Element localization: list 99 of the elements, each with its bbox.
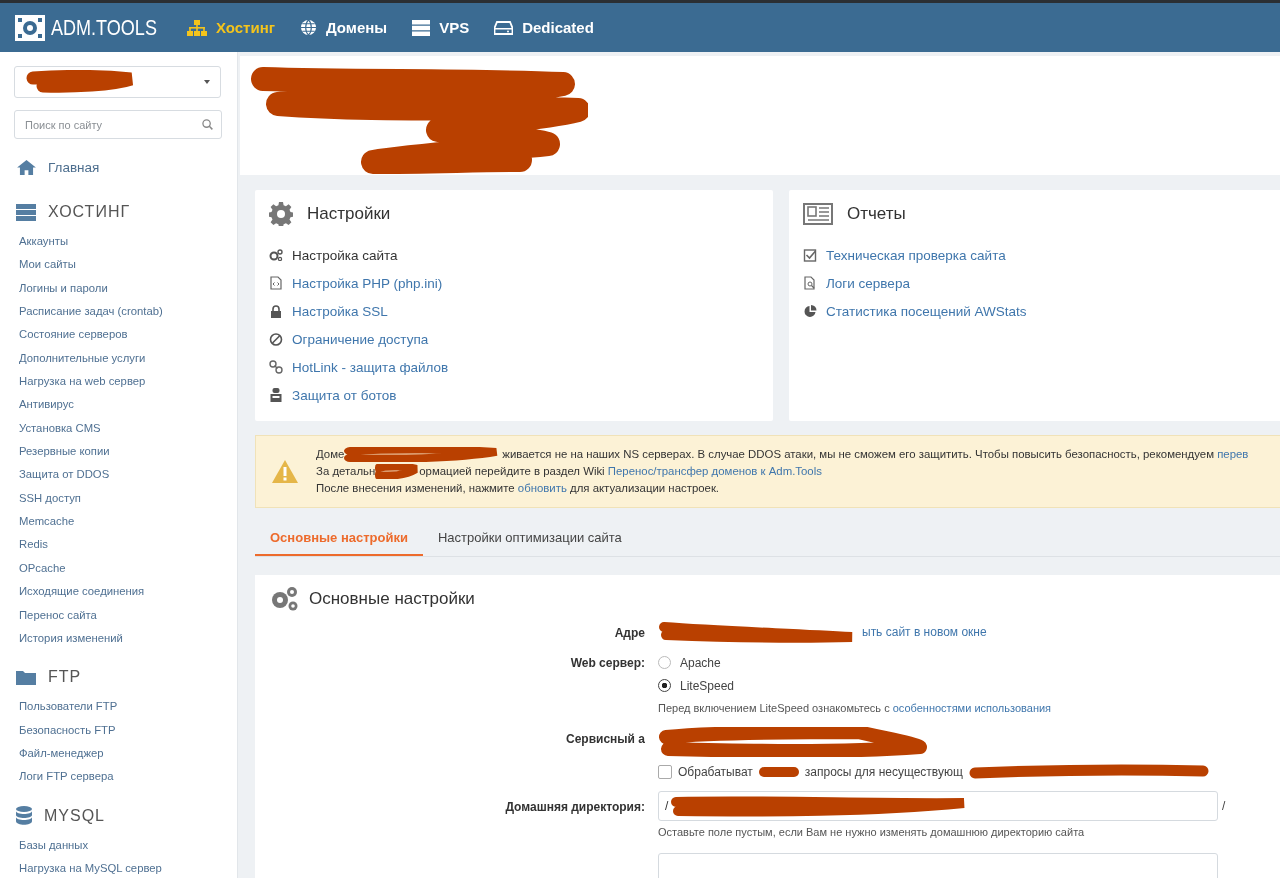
document-search-icon [803,276,817,290]
input-field[interactable] [658,853,1218,878]
folder-icon [16,669,36,686]
usage-link[interactable]: особенностями использования [892,702,1052,714]
logo-text: ADM.TOOLS [51,14,157,41]
sidebar-link[interactable]: OPcache [19,556,237,581]
settings-link[interactable]: Защита от ботов [292,387,397,403]
settings-link[interactable]: Логи сервера [826,275,910,291]
sidebar-link[interactable]: Состояние серверов [19,323,237,347]
card-title: Основные настройки [309,589,475,609]
sidebar-link[interactable]: Логи FTP сервера [19,765,237,789]
hint-text: Оставьте поле пустым, если Вам не нужно изменять домашнюю директорию сайта [658,825,1086,840]
open-site-link[interactable]: ыть сайт в новом окне [862,625,987,639]
sidebar-link[interactable]: Нагрузка на web сервер [19,370,237,394]
chain-icon [269,360,283,374]
section-heading: FTP [48,668,82,687]
sidebar-link[interactable]: Redis [19,533,237,557]
settings-link[interactable]: Ограничение доступа [292,331,429,347]
logo-icon [15,14,45,41]
radio-option[interactable]: LiteSpeed [658,674,1280,697]
search-field[interactable]: Поиск по сайту [14,110,222,139]
home-link[interactable]: Главная [17,159,237,175]
checkbox-label: Обрабатыват [678,764,753,779]
gears-icon [269,586,299,612]
sidebar-link[interactable]: Нагрузка на MySQL сервер [19,856,237,878]
notice-text: За детальн [316,465,376,477]
notice-text: ормацией перейдите в раздел Wiki [419,465,606,477]
redaction-scribble [758,764,799,779]
sidebar-link[interactable]: Базы данных [19,833,237,857]
field-label: Домашняя директория: [505,800,645,814]
nav-tab[interactable]: Домены [300,19,388,36]
sidebar-link[interactable]: Пользователи FTP [19,695,237,719]
hint-text: Перед включением LiteSpeed ознакомьтесь с особенностями использования [658,701,1053,716]
warning-icon [272,460,298,483]
settings-link[interactable]: Техническая проверка сайта [826,247,1006,263]
settings-link[interactable]: HotLink - защита файлов [292,359,449,375]
sidebar-link[interactable]: Файл-менеджер [19,741,237,766]
caret-icon [204,80,210,84]
notice-text: для актуализации настроек. [569,482,720,494]
newspaper-icon [803,203,833,225]
card-title: Настройки [307,204,391,224]
checkbox-icon [803,248,817,262]
notice-text: живается не на наших NS серверах. В случае DDOS атаки, мы не сможем его защитить. Чтобы повысить безопасность, рекомендуем [502,448,1215,460]
sidebar-link[interactable]: Исходящие соединения [19,580,237,604]
checkbox[interactable] [658,764,672,779]
tab[interactable]: Настройки оптимизации сайта [423,522,637,556]
field-label: Web сервер: [570,656,645,670]
settings-link[interactable]: Настройка SSL [292,303,388,319]
input-field[interactable]: / [658,791,1218,821]
robot-icon [269,388,283,402]
field-label: Сервисный а [566,732,645,746]
sidebar-link[interactable]: Антивирус [19,393,237,417]
sidebar-link[interactable]: Memcache [19,510,237,534]
nav-tab[interactable]: Хостинг [187,19,275,36]
sidebar-link[interactable]: Дополнительные услуги [19,346,237,371]
sidebar-link[interactable]: Резервные копии [19,440,237,464]
settings-link[interactable]: Статистика посещений AWStats [826,303,1027,319]
path-suffix: / [1222,799,1226,813]
section-heading: ХОСТИНГ [48,203,131,221]
ban-icon [269,332,283,346]
lock-icon [269,304,283,318]
database-icon [16,806,32,826]
notice-link[interactable]: Перенос/трансфер доменов к Adm.Tools [607,465,822,477]
checkbox-label: запросы для несуществующ [804,764,963,779]
sitemap-icon [187,19,207,36]
notice-text: После внесения изменений, нажмите [316,482,516,494]
sidebar-link[interactable]: Защита от DDOS [19,463,237,487]
radio-button[interactable] [658,679,671,692]
notice-link[interactable]: обновить [517,482,567,494]
pie-chart-icon [803,304,817,318]
radio-option[interactable]: Apache [658,651,1280,674]
settings-link[interactable]: Настройка PHP (php.ini) [292,275,443,291]
file-icon [269,276,283,290]
globe-icon [300,19,317,36]
sidebar-link[interactable]: Логины и пароли [19,276,237,301]
site-select[interactable] [14,66,221,98]
sidebar-link[interactable]: Расписание задач (crontab) [19,300,237,324]
gear-icon [269,202,293,226]
card-title: Отчеты [847,204,906,224]
nav-tab[interactable]: VPS [412,19,470,36]
notice-text: Доме [316,448,345,460]
home-icon [17,159,36,175]
hard-drive-icon [494,20,514,35]
sidebar-link[interactable]: Аккаунты [19,230,237,254]
search-icon [202,119,213,130]
server-icon [16,203,36,221]
server-icon [412,19,431,36]
sidebar-link[interactable]: История изменений [19,626,237,651]
field-label: Адре [614,626,645,640]
sidebar-link[interactable]: Перенос сайта [19,603,237,627]
gears-icon [269,249,283,261]
section-heading: MYSQL [44,806,105,825]
settings-link[interactable]: Настройка сайта [292,247,398,263]
sidebar-link[interactable]: Установка CMS [19,416,237,441]
sidebar-link[interactable]: SSH доступ [19,486,237,511]
sidebar-link[interactable]: Мои сайты [19,253,237,277]
notice-link[interactable]: перев [1217,448,1249,460]
nav-tab[interactable]: Dedicated [494,19,594,36]
sidebar-link[interactable]: Безопасность FTP [19,718,237,742]
